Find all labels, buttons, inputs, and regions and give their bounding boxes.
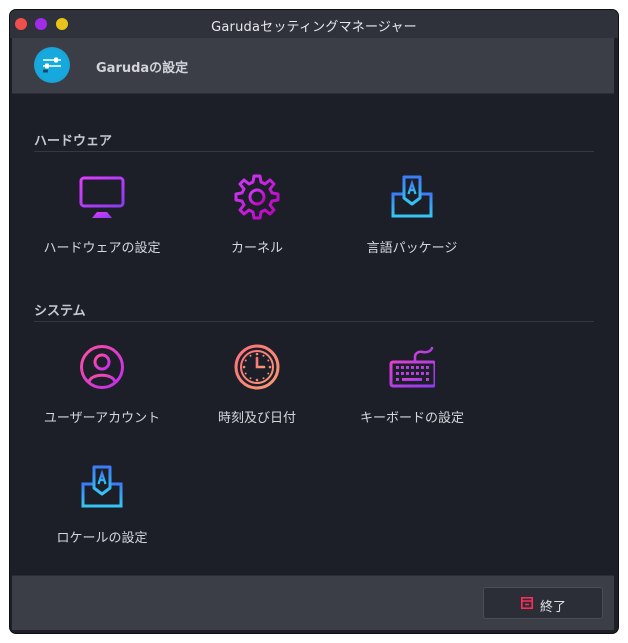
section-title-hardware: ハードウェア xyxy=(34,134,113,149)
tile-label: 言語パッケージ xyxy=(366,241,458,256)
tile-label: 時刻及び日付 xyxy=(217,411,296,426)
title-bar: Garudaセッティングマネージャー xyxy=(10,10,618,38)
gear-icon xyxy=(234,174,280,220)
kernel-tile[interactable]: カーネル xyxy=(182,174,332,284)
tile-label: カーネル xyxy=(230,241,283,256)
keyboard-settings-tile[interactable]: キーボードの設定 xyxy=(337,344,487,454)
tile-label: ユーザーアカウント xyxy=(43,411,161,426)
settings-content: ハードウェア ハードウェアの設定 カーネル 言語パッケージ システム ユーザーア… xyxy=(12,94,614,575)
keyboard-icon xyxy=(389,346,435,388)
locale-icon xyxy=(81,465,123,508)
user-icon xyxy=(80,345,124,389)
monitor-icon xyxy=(79,176,125,218)
page-header: Garudaの設定 xyxy=(12,38,614,94)
clock-icon xyxy=(234,344,280,390)
exit-icon xyxy=(521,597,533,609)
footer-bar: 終了 xyxy=(12,575,614,630)
settings-sliders-icon xyxy=(34,47,70,83)
section-divider xyxy=(34,321,594,322)
user-account-tile[interactable]: ユーザーアカウント xyxy=(27,344,177,454)
page-title: Garudaの設定 xyxy=(96,61,189,76)
quit-button[interactable]: 終了 xyxy=(483,587,603,619)
section-divider xyxy=(34,151,594,152)
locale-settings-tile[interactable]: ロケールの設定 xyxy=(27,464,177,574)
date-time-tile[interactable]: 時刻及び日付 xyxy=(182,344,332,454)
tile-label: ハードウェアの設定 xyxy=(43,241,161,256)
tile-label: ロケールの設定 xyxy=(56,531,148,546)
hardware-settings-tile[interactable]: ハードウェアの設定 xyxy=(27,174,177,284)
tile-label: キーボードの設定 xyxy=(359,411,464,426)
settings-window: Garudaセッティングマネージャー Garudaの設定 ハードウェア ハードウ… xyxy=(10,10,618,633)
window-title: Garudaセッティングマネージャー xyxy=(211,20,417,35)
language-package-icon xyxy=(391,175,433,218)
quit-button-label: 終了 xyxy=(540,600,567,615)
section-title-system: システム xyxy=(34,304,86,319)
language-package-tile[interactable]: 言語パッケージ xyxy=(337,174,487,284)
